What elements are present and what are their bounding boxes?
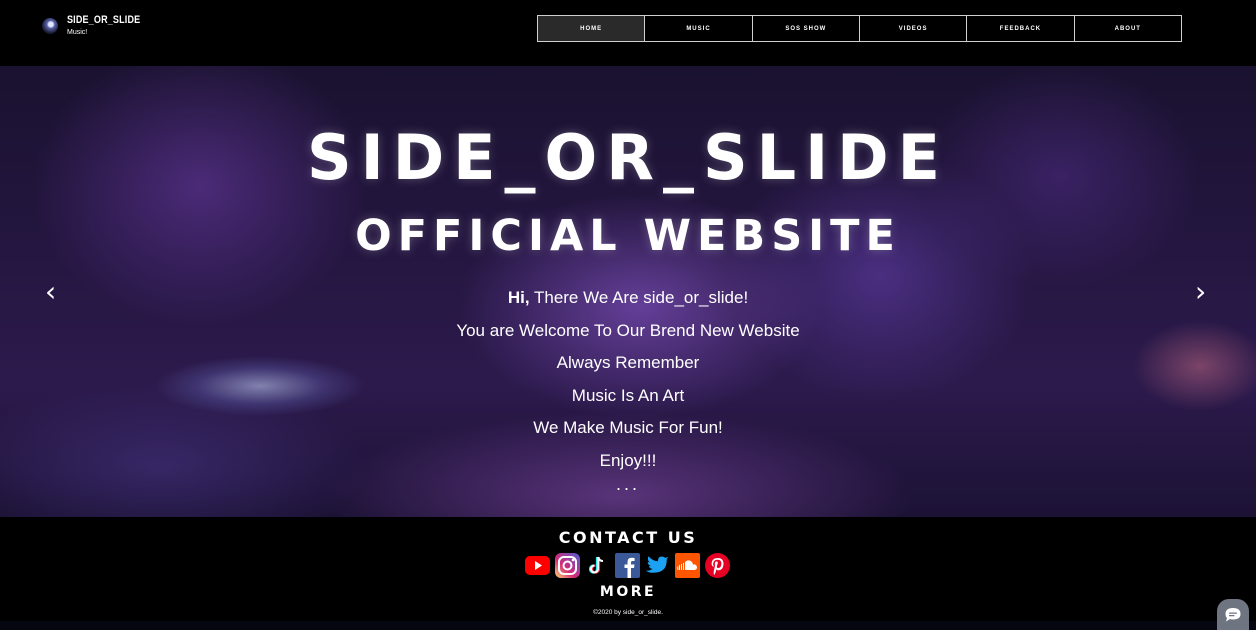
hero-slideshow: SIDE_OR_SLIDE OFFICIAL WEBSITE Hi, There… xyxy=(0,66,1256,517)
nav-sos-show[interactable]: SOS SHOW xyxy=(753,16,860,41)
greeting-bold: Hi, xyxy=(507,288,530,307)
tiktok-icon[interactable] xyxy=(585,553,610,578)
nav-music[interactable]: MUSIC xyxy=(645,16,753,41)
main-nav: HOME MUSIC SOS SHOW VIDEOS FEEDBACK ABOU… xyxy=(537,15,1182,42)
prev-slide-arrow-icon[interactable]: ‹ xyxy=(45,278,56,306)
nav-about[interactable]: ABOUT xyxy=(1075,16,1181,41)
footer-bottom-strip xyxy=(0,621,1256,630)
nav-home[interactable]: HOME xyxy=(538,16,646,41)
brand-title[interactable]: SIDE_OR_SLIDE xyxy=(67,14,140,26)
facebook-icon[interactable] xyxy=(615,553,640,578)
site-footer: CONTACT US MORE ©2020 by side_or_slide. xyxy=(0,517,1256,630)
hero-subtitle: OFFICIAL WEBSITE xyxy=(355,211,901,261)
hero-text: Hi, There We Are side_or_slide! You are … xyxy=(0,282,1256,494)
chat-bubble-icon xyxy=(1225,607,1241,621)
hero-ellipsis: ... xyxy=(615,474,640,494)
logo-icon[interactable] xyxy=(42,18,58,34)
site-header: SIDE_OR_SLIDE Music! HOME MUSIC SOS SHOW… xyxy=(0,0,1256,66)
hero-line: You are Welcome To Our Brend New Website xyxy=(456,320,800,340)
chat-button[interactable] xyxy=(1217,599,1249,630)
brand[interactable]: SIDE_OR_SLIDE Music! xyxy=(67,14,156,36)
twitter-icon[interactable] xyxy=(645,553,670,578)
next-slide-arrow-icon[interactable]: › xyxy=(1195,278,1206,306)
brand-subtitle: Music! xyxy=(67,29,88,36)
copyright-text: ©2020 by side_or_slide. xyxy=(593,609,663,616)
nav-videos[interactable]: VIDEOS xyxy=(860,16,968,41)
hero-line: Enjoy!!! xyxy=(599,450,657,470)
hero-line: We Make Music For Fun! xyxy=(533,418,723,437)
soundcloud-icon[interactable] xyxy=(675,553,700,578)
hero-line: Music Is An Art xyxy=(571,385,685,405)
pinterest-icon[interactable] xyxy=(705,553,730,578)
social-bar xyxy=(525,553,730,578)
greeting-line: Hi, There We Are side_or_slide! xyxy=(0,282,1256,315)
contact-us-heading: CONTACT US xyxy=(558,528,698,547)
more-heading[interactable]: MORE xyxy=(0,584,1256,600)
greeting-rest: There We Are side_or_slide! xyxy=(529,288,749,307)
youtube-icon[interactable] xyxy=(525,553,550,578)
hero-line: Always Remember xyxy=(556,353,700,372)
hero-title: SIDE_OR_SLIDE xyxy=(306,121,950,194)
nav-feedback[interactable]: FEEDBACK xyxy=(967,16,1075,41)
instagram-icon[interactable] xyxy=(555,553,580,578)
